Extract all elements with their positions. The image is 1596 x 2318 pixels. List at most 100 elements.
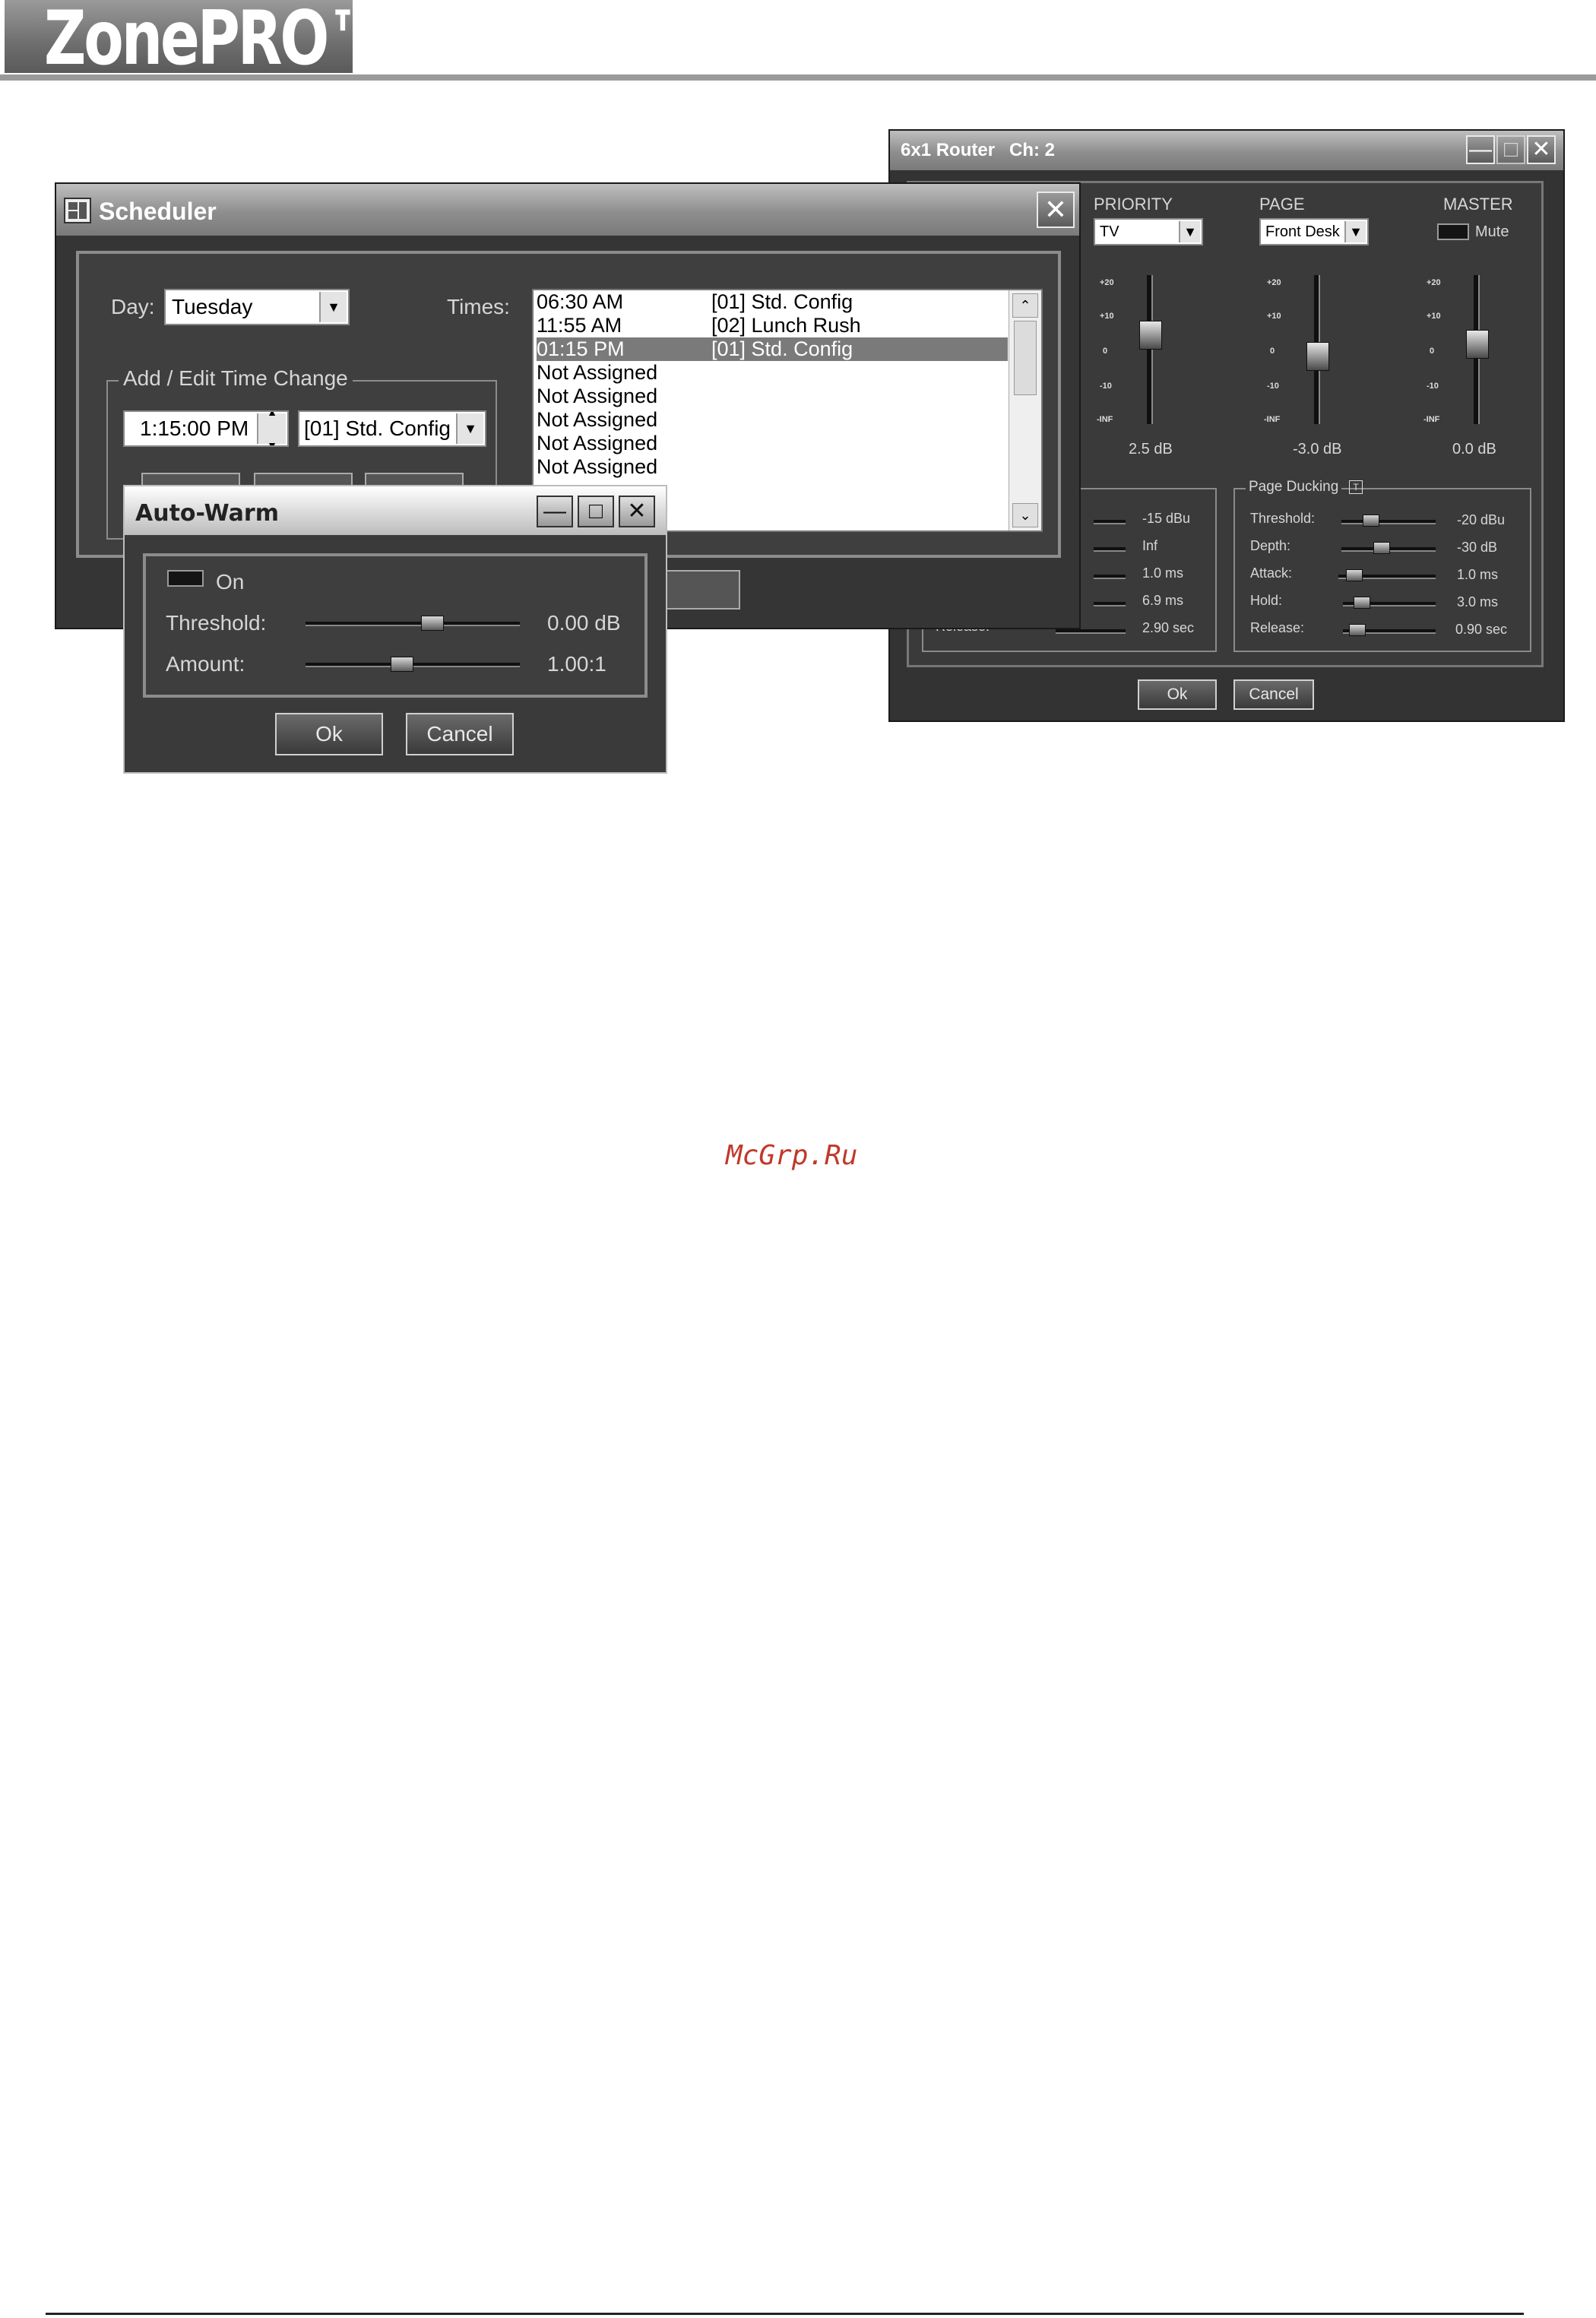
autowarm-title: Auto-Warm <box>135 500 279 527</box>
close-icon[interactable]: ✕ <box>1527 135 1556 164</box>
router-channel: Ch: 2 <box>1009 140 1055 160</box>
router-ok-button[interactable]: Ok <box>1138 679 1217 710</box>
duck-threshold-label: Threshold: <box>1250 511 1316 526</box>
header-rule <box>0 74 1596 81</box>
chevron-down-icon[interactable]: ▼ <box>456 413 483 444</box>
list-item[interactable]: 11:55 AM [02] Lunch Rush <box>537 314 1008 337</box>
scale-label: 0 <box>1103 347 1108 356</box>
time-text: 06:30 AM <box>537 290 624 313</box>
slider[interactable] <box>1094 602 1126 606</box>
minimize-icon[interactable]: — <box>1466 135 1495 164</box>
scale-label: +10 <box>1267 312 1281 321</box>
left-value: Inf <box>1142 538 1158 553</box>
config-value: [01] Std. Config <box>304 416 451 440</box>
time-text: Not Assigned <box>537 361 658 384</box>
duck-depth-label: Depth: <box>1250 538 1291 553</box>
times-scrollbar[interactable]: ⌃ ⌄ <box>1009 290 1041 530</box>
scale-label: +20 <box>1267 278 1281 287</box>
zonepro-logo: ZonePRO™ <box>5 0 385 81</box>
scale-label: -10 <box>1267 382 1279 391</box>
list-item[interactable]: Not Assigned <box>537 408 1008 432</box>
config-text: [01] Std. Config <box>711 290 853 313</box>
times-label: Times: <box>447 295 510 318</box>
info-icon[interactable]: T <box>1349 480 1363 494</box>
fader-value: 2.5 dB <box>1129 441 1173 458</box>
list-item[interactable]: Not Assigned <box>537 455 1008 479</box>
page-ducking-title: Page Ducking <box>1246 479 1342 496</box>
scheduler-bottom-button[interactable] <box>657 570 740 610</box>
close-icon[interactable]: ✕ <box>1037 192 1075 228</box>
duck-attack-value: 1.0 ms <box>1457 567 1499 582</box>
on-label: On <box>216 570 245 594</box>
config-text: [02] Lunch Rush <box>711 314 861 337</box>
scroll-down-icon[interactable]: ⌄ <box>1012 503 1038 527</box>
list-item[interactable]: Not Assigned <box>537 361 1008 385</box>
duck-attack-label: Attack: <box>1250 565 1293 581</box>
stepper-icon[interactable]: ▲ ▼ <box>257 412 286 445</box>
time-text: 01:15 PM <box>537 337 625 360</box>
scroll-thumb[interactable] <box>1014 321 1037 395</box>
maximize-icon[interactable]: □ <box>578 496 614 527</box>
duck-release-label: Release: <box>1250 620 1305 635</box>
list-item[interactable]: Not Assigned <box>537 385 1008 408</box>
amount-label: Amount: <box>166 652 245 676</box>
scale-label: -INF <box>1097 415 1113 424</box>
list-item[interactable]: Not Assigned <box>537 432 1008 455</box>
duck-depth-value: -30 dB <box>1457 540 1498 555</box>
scale-label: -10 <box>1427 382 1439 391</box>
scheduler-app-icon <box>64 198 91 223</box>
duck-release-value: 0.90 sec <box>1455 622 1508 637</box>
page-label: PAGE <box>1259 195 1305 214</box>
time-text: Not Assigned <box>537 432 658 454</box>
slider[interactable] <box>1094 575 1126 579</box>
autowarm-window: Auto-Warm — □ ✕ On Threshold: 0.00 dB Am… <box>123 485 667 774</box>
left-value: -15 dBu <box>1142 511 1191 526</box>
config-select[interactable]: [01] Std. Config ▼ <box>298 410 486 447</box>
scale-label: +20 <box>1427 278 1441 287</box>
time-spinner[interactable]: 1:15:00 PM ▲ ▼ <box>123 410 289 447</box>
scheduler-title: Scheduler <box>99 198 217 225</box>
close-icon[interactable]: ✕ <box>619 496 655 527</box>
maximize-icon[interactable]: □ <box>1496 135 1525 164</box>
page-value: Front Desk <box>1265 223 1340 240</box>
router-titlebar[interactable]: 6x1 Router Ch: 2 — □ ✕ <box>890 131 1563 170</box>
mute-led[interactable] <box>1437 223 1469 240</box>
autowarm-cancel-button[interactable]: Cancel <box>406 713 514 755</box>
scale-label: -10 <box>1100 382 1112 391</box>
chevron-down-icon[interactable]: ▼ <box>1179 221 1200 242</box>
chevron-down-icon[interactable]: ▼ <box>319 292 347 322</box>
autowarm-titlebar[interactable]: Auto-Warm — □ ✕ <box>125 486 666 535</box>
scroll-up-icon[interactable]: ⌃ <box>1012 293 1038 318</box>
list-item[interactable]: 06:30 AM [01] Std. Config <box>537 290 1008 314</box>
priority-value: TV <box>1100 223 1119 240</box>
slider[interactable] <box>1094 547 1126 552</box>
slider[interactable] <box>1094 520 1126 524</box>
priority-label: PRIORITY <box>1094 195 1173 214</box>
minimize-icon[interactable]: — <box>537 496 573 527</box>
day-select[interactable]: Tuesday ▼ <box>164 289 350 325</box>
scale-label: -INF <box>1264 415 1281 424</box>
duck-hold-label: Hold: <box>1250 593 1283 608</box>
router-title: 6x1 Router <box>901 140 996 160</box>
threshold-label: Threshold: <box>166 611 267 635</box>
left-value: 1.0 ms <box>1142 565 1184 581</box>
scale-label: +10 <box>1427 312 1441 321</box>
slider[interactable] <box>1056 629 1126 634</box>
scale-label: 0 <box>1430 347 1435 356</box>
on-led[interactable] <box>167 570 204 587</box>
config-text: [01] Std. Config <box>711 337 853 360</box>
scale-label: +10 <box>1100 312 1114 321</box>
footer-rule <box>46 2313 1524 2315</box>
autowarm-ok-button[interactable]: Ok <box>275 713 383 755</box>
list-item-selected[interactable]: 01:15 PM [01] Std. Config <box>537 337 1008 361</box>
amount-value: 1.00:1 <box>547 652 606 676</box>
router-cancel-button[interactable]: Cancel <box>1233 679 1314 710</box>
scheduler-titlebar[interactable]: Scheduler ✕ <box>56 184 1079 236</box>
duck-hold-value: 3.0 ms <box>1457 594 1499 610</box>
time-text: Not Assigned <box>537 385 658 407</box>
priority-select[interactable]: TV ▼ <box>1094 218 1203 245</box>
time-value: 1:15:00 PM <box>140 416 249 440</box>
page-select[interactable]: Front Desk ▼ <box>1259 218 1369 245</box>
left-value: 6.9 ms <box>1142 593 1184 608</box>
chevron-down-icon[interactable]: ▼ <box>1344 221 1366 242</box>
